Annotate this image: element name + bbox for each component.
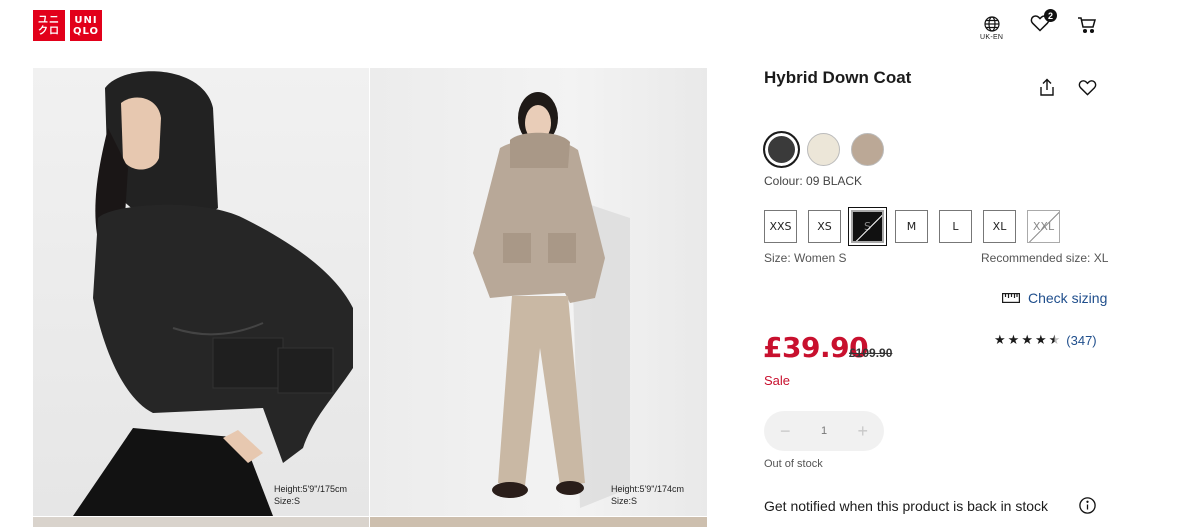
- size-option-m[interactable]: M: [895, 210, 928, 243]
- cart-icon: [1078, 17, 1096, 34]
- original-price: £109.90: [849, 346, 893, 360]
- cart-button[interactable]: [1077, 16, 1097, 34]
- model-beige-coat-illustration: [473, 92, 630, 508]
- size-option-xs[interactable]: XS: [808, 210, 841, 243]
- logo-text-en-top: UNI: [74, 14, 98, 26]
- size-label-l: L: [952, 220, 959, 233]
- heart-icon: [1078, 80, 1097, 96]
- product-image-1[interactable]: Height:5'9"/175cm Size:S: [33, 68, 369, 516]
- star-full-icon: ★: [1021, 332, 1033, 347]
- product-image-4[interactable]: [370, 517, 707, 527]
- model-size: Size:S: [274, 496, 301, 506]
- size-label-xxs: XXS: [769, 220, 792, 233]
- colour-swatch-black[interactable]: [763, 131, 800, 168]
- stock-status: Out of stock: [764, 458, 823, 470]
- size-label-xl: XL: [992, 220, 1007, 233]
- language-selector[interactable]: UK-EN: [980, 16, 1003, 41]
- model-size: Size:S: [611, 496, 638, 506]
- size-label-m: M: [906, 220, 917, 233]
- uniqlo-logo[interactable]: ユニ クロ UNI QLO: [33, 10, 103, 41]
- star-full-icon: ★: [1034, 332, 1047, 347]
- model-info: Height:5'9"/175cm Size:S: [274, 483, 347, 507]
- globe-icon: [984, 16, 1000, 32]
- colour-label: Colour: 09 BLACK: [764, 174, 863, 188]
- size-option-s[interactable]: S: [851, 210, 884, 243]
- unavailable-slash: [854, 212, 882, 241]
- add-to-wishlist-button[interactable]: [1078, 79, 1097, 101]
- product-image-2[interactable]: Height:5'9"/174cm Size:S: [370, 68, 707, 516]
- star-full-icon: ★: [994, 332, 1006, 347]
- colour-swatch-beige[interactable]: [851, 133, 884, 166]
- wishlist-button[interactable]: 2: [1030, 9, 1057, 32]
- selected-size-label: Size: Women S: [764, 251, 847, 265]
- increase-quantity-button[interactable]: +: [857, 421, 868, 442]
- sale-label: Sale: [764, 373, 791, 388]
- logo-block-right: UNI QLO: [70, 10, 102, 41]
- size-option-xl[interactable]: XL: [983, 210, 1016, 243]
- model-info: Height:5'9"/174cm Size:S: [611, 483, 684, 507]
- star-half-icon: ★: [1048, 332, 1061, 347]
- share-icon: [1040, 78, 1054, 96]
- logo-text-jp-bottom: クロ: [38, 25, 60, 37]
- check-sizing-label: Check sizing: [1028, 290, 1108, 306]
- product-title: Hybrid Down Coat: [764, 68, 912, 87]
- model-height: Height:5'9"/175cm: [274, 484, 347, 494]
- logo-block-left: ユニ クロ: [33, 10, 65, 41]
- size-option-xxs[interactable]: XXS: [764, 210, 797, 243]
- size-label-xs: XS: [817, 220, 832, 233]
- quantity-value: 1: [820, 425, 828, 437]
- size-option-xxl[interactable]: XXL: [1027, 210, 1060, 243]
- star-full-icon: ★: [1007, 332, 1020, 347]
- share-button[interactable]: [1038, 78, 1056, 102]
- logo-text-en-bottom: QLO: [72, 25, 100, 37]
- logo-text-jp-top: ユニ: [38, 14, 60, 26]
- wishlist-count-badge: 2: [1044, 9, 1057, 22]
- size-option-l[interactable]: L: [939, 210, 972, 243]
- decrease-quantity-button[interactable]: −: [780, 421, 791, 442]
- model-height: Height:5'9"/174cm: [611, 484, 684, 494]
- product-image-3[interactable]: [33, 517, 369, 527]
- check-sizing-link[interactable]: Check sizing: [1002, 290, 1107, 306]
- ruler-icon: [1002, 293, 1020, 303]
- product-rating[interactable]: ★ ★ ★ ★ ★ (347): [994, 332, 1097, 348]
- quantity-stepper: − 1 +: [764, 411, 884, 451]
- model-black-coat-illustration: [73, 71, 353, 516]
- info-icon: [1079, 497, 1096, 514]
- colour-swatch-cream[interactable]: [807, 133, 840, 166]
- recommended-size-label: Recommended size: XL: [981, 251, 1109, 265]
- notify-info-button[interactable]: [1079, 497, 1096, 519]
- back-in-stock-notify-text: Get notified when this product is back i…: [764, 498, 1049, 514]
- review-count: (347): [1066, 332, 1097, 348]
- language-label: UK-EN: [980, 34, 1004, 41]
